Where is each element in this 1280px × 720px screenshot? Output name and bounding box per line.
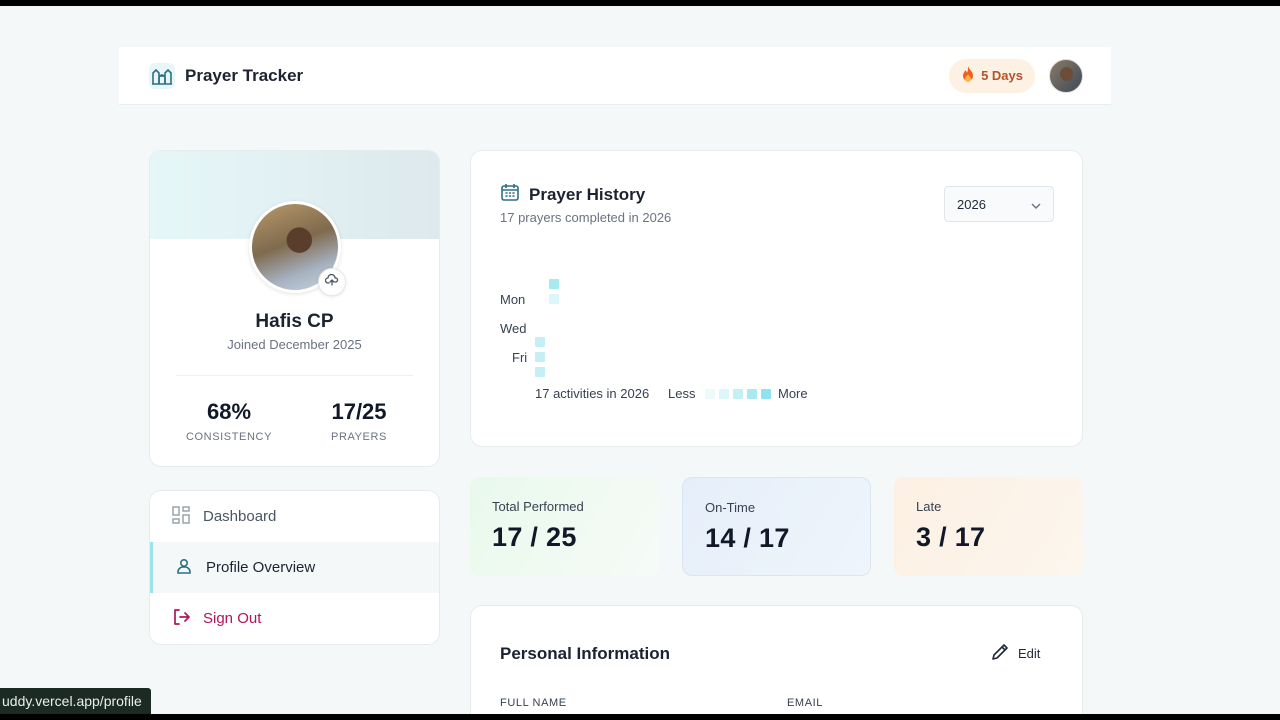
sidebar-item-label: Sign Out	[203, 610, 262, 627]
heatmap-cell[interactable]	[535, 367, 545, 377]
legend-swatch	[747, 389, 757, 399]
sign-out-icon	[172, 608, 190, 630]
history-title: Prayer History	[529, 184, 646, 204]
personal-info-card: Personal Information Edit FULL NAME EMAI…	[470, 605, 1083, 720]
consistency-label: CONSISTENCY	[185, 431, 273, 443]
prayer-history-card: Prayer History 17 prayers completed in 2…	[470, 150, 1083, 447]
metric-on-time: On-Time 14 / 17	[682, 477, 871, 576]
metric-total-performed: Total Performed 17 / 25	[470, 477, 659, 576]
chevron-down-icon	[1031, 197, 1041, 212]
heatmap-cell[interactable]	[535, 352, 545, 362]
legend-swatch	[761, 389, 771, 399]
dashboard-icon	[172, 505, 190, 528]
legend-swatch	[719, 389, 729, 399]
cloud-upload-icon	[324, 273, 339, 291]
consistency-value: 68%	[206, 399, 252, 424]
metric-label: Total Performed	[492, 499, 584, 514]
brand-title: Prayer Tracker	[185, 65, 304, 85]
profile-name: Hafis CP	[255, 311, 334, 332]
prayers-stat: 17/25 PRAYERS	[299, 399, 419, 443]
divider	[176, 375, 413, 376]
day-label-wed: Wed	[500, 321, 527, 336]
full-name-label: FULL NAME	[500, 697, 567, 709]
activity-count: 17 activities in 2026	[535, 386, 650, 401]
sidebar-item-label: Profile Overview	[206, 559, 316, 576]
app-header: Prayer Tracker 5 Days	[119, 47, 1111, 105]
calendar-icon	[500, 182, 520, 207]
day-label-mon: Mon	[500, 292, 526, 307]
streak-label: 5 Days	[981, 68, 1023, 83]
legend-less: Less	[668, 386, 696, 401]
streak-badge[interactable]: 5 Days	[949, 58, 1035, 93]
bottom-frame-bar	[0, 714, 1280, 720]
metric-value: 14 / 17	[705, 523, 790, 553]
heatmap-cell[interactable]	[549, 279, 559, 289]
sidebar-nav: Dashboard Profile Overview Sign Out	[149, 490, 440, 645]
history-subtitle: 17 prayers completed in 2026	[500, 210, 672, 225]
sidebar-item-label: Dashboard	[203, 508, 277, 525]
sidebar-item-sign-out[interactable]: Sign Out	[150, 593, 439, 644]
metric-label: Late	[916, 499, 942, 514]
heatmap-cell[interactable]	[535, 337, 545, 347]
sidebar-item-dashboard[interactable]: Dashboard	[150, 491, 439, 542]
metric-value: 17 / 25	[492, 522, 577, 552]
metric-label: On-Time	[705, 500, 756, 515]
profile-joined: Joined December 2025	[227, 337, 362, 352]
personal-info-title: Personal Information	[500, 644, 671, 663]
year-select[interactable]: 2026	[944, 186, 1054, 222]
year-select-value: 2026	[957, 196, 986, 212]
mosque-icon	[149, 62, 175, 89]
metric-late: Late 3 / 17	[894, 477, 1083, 576]
legend-swatch	[733, 389, 743, 399]
edit-label: Edit	[1018, 646, 1041, 661]
profile-card: Hafis CP Joined December 2025 68% CONSIS…	[149, 150, 440, 467]
day-label-fri: Fri	[512, 350, 528, 365]
prayers-label: PRAYERS	[331, 431, 387, 443]
email-label: EMAIL	[787, 697, 824, 709]
upload-photo-button[interactable]	[318, 268, 346, 296]
brand[interactable]: Prayer Tracker	[149, 62, 304, 89]
heatmap-cell[interactable]	[549, 294, 559, 304]
metric-value: 3 / 17	[916, 522, 986, 552]
prayers-value: 17/25	[331, 399, 387, 424]
fire-icon	[961, 65, 975, 86]
pencil-icon	[990, 642, 1010, 665]
top-frame-bar	[0, 0, 1280, 6]
sidebar-item-profile-overview[interactable]: Profile Overview	[150, 542, 439, 593]
legend-swatch	[705, 389, 715, 399]
consistency-stat: 68% CONSISTENCY	[169, 399, 289, 443]
edit-button[interactable]: Edit	[990, 642, 1040, 665]
legend-more: More	[778, 386, 808, 401]
user-avatar[interactable]	[1049, 58, 1083, 93]
status-url: uddy.vercel.app/profile	[0, 688, 151, 714]
user-icon	[175, 557, 193, 579]
